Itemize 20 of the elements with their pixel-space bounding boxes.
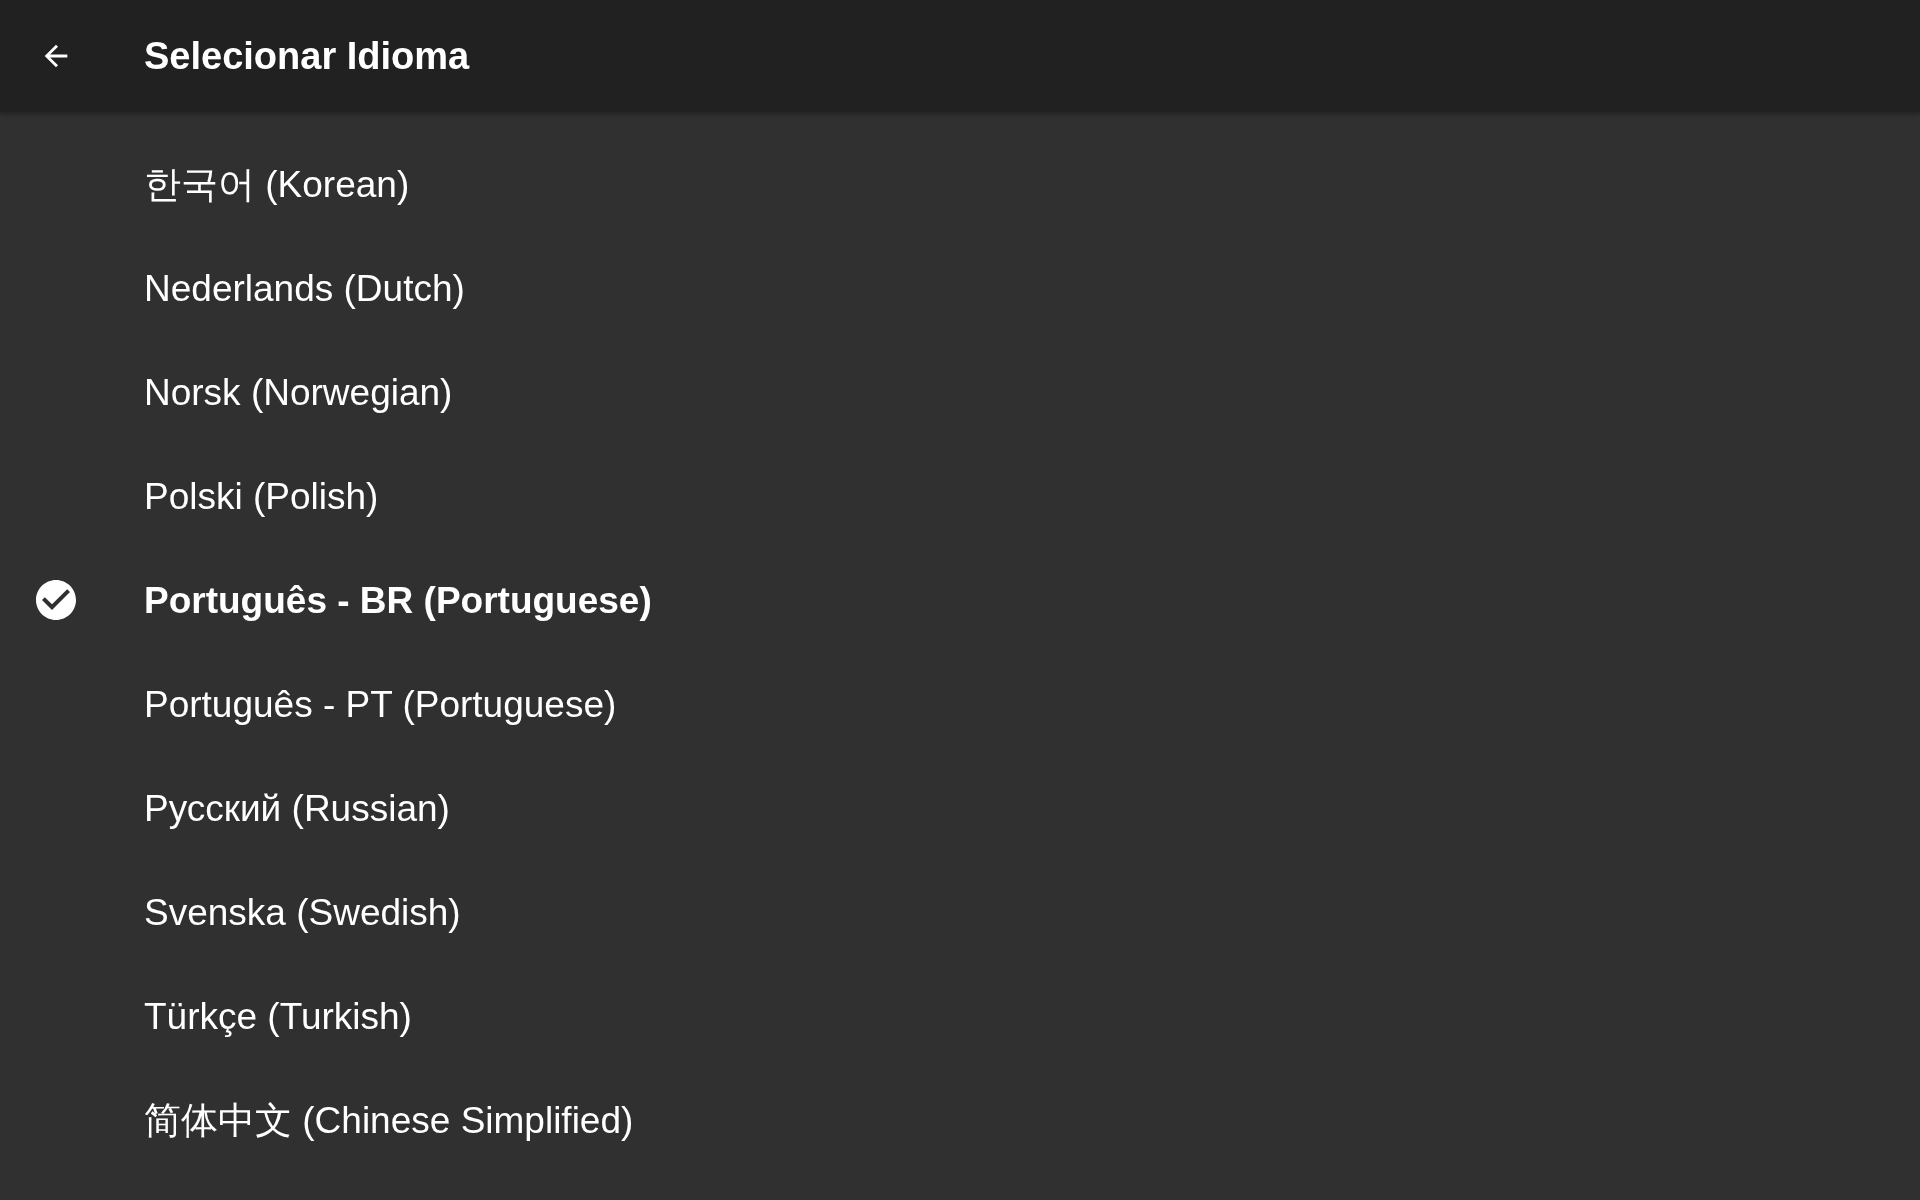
language-item[interactable]: 简体中文 (Chinese Simplified) bbox=[0, 1068, 1920, 1172]
page-title: Selecionar Idioma bbox=[144, 37, 470, 75]
language-label: Português - PT (Portuguese) bbox=[144, 685, 617, 723]
language-item[interactable]: Português - PT (Portuguese) bbox=[0, 652, 1920, 756]
language-label: Português - BR (Portuguese) bbox=[144, 581, 652, 619]
language-item[interactable]: Svenska (Swedish) bbox=[0, 860, 1920, 964]
language-label: Polski (Polish) bbox=[144, 477, 379, 515]
language-label: Nederlands (Dutch) bbox=[144, 269, 465, 307]
language-item[interactable]: 한국어 (Korean) bbox=[0, 132, 1920, 236]
language-item[interactable]: Nederlands (Dutch) bbox=[0, 236, 1920, 340]
language-label: Svenska (Swedish) bbox=[144, 893, 461, 931]
language-label: 简体中文 (Chinese Simplified) bbox=[144, 1101, 634, 1139]
language-item[interactable]: Norsk (Norwegian) bbox=[0, 340, 1920, 444]
language-label: Norsk (Norwegian) bbox=[144, 373, 453, 411]
language-item[interactable]: Русский (Russian) bbox=[0, 756, 1920, 860]
language-item[interactable]: Polski (Polish) bbox=[0, 444, 1920, 548]
language-item[interactable]: Türkçe (Turkish) bbox=[0, 964, 1920, 1068]
language-label: 한국어 (Korean) bbox=[144, 165, 410, 203]
language-label: Türkçe (Turkish) bbox=[144, 997, 412, 1035]
language-label: Русский (Russian) bbox=[144, 789, 450, 827]
